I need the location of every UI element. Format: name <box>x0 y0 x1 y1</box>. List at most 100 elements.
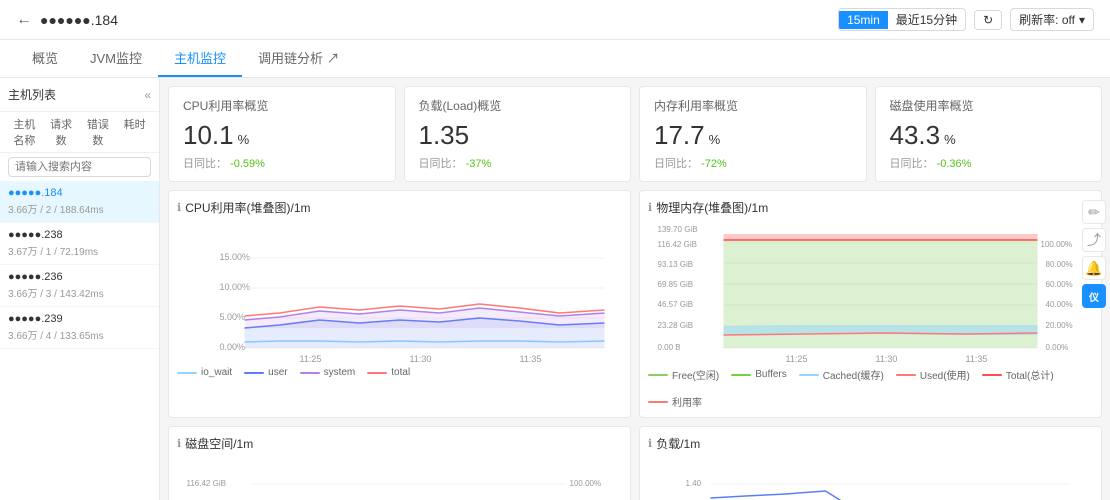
svg-text:80.00%: 80.00% <box>1046 260 1073 269</box>
disk-chart-header: ℹ 磁盘空间/1m <box>177 435 622 452</box>
tab-jvm-label: JVM监控 <box>90 51 142 66</box>
sidebar-list: ●●●●●.184 3.66万 / 2 / 188.64ms ●●●●●.238… <box>0 181 159 500</box>
app-container: ← ●●●●●●.184 15min 最近15分钟 ↻ 刷新率: off ▾ 概… <box>0 0 1110 500</box>
tab-jvm[interactable]: JVM监控 <box>74 40 158 77</box>
metric-cpu-compare-val: -0.59% <box>230 158 265 170</box>
legend-label-free: Free(空闲) <box>672 367 719 382</box>
svg-text:100.00%: 100.00% <box>1041 240 1073 249</box>
sidebar-columns: 主机名称 请求数 错误数 耗时 <box>0 112 159 153</box>
legend-dot-total-mem <box>982 374 1002 376</box>
host-stats: 3.66万 / 4 / 133.65ms <box>8 327 151 342</box>
metric-disk-value: 43.3 <box>890 120 941 151</box>
sidebar: 主机列表 « 主机名称 请求数 错误数 耗时 ●●●●●.184 3.66万 /… <box>0 78 160 500</box>
tab-host[interactable]: 主机监控 <box>158 40 242 77</box>
legend-item-utilization: 利用率 <box>648 394 702 409</box>
list-item[interactable]: ●●●●●.238 3.67万 / 1 / 72.19ms <box>0 223 159 265</box>
memory-chart-svg: 0.00 B 23.28 GiB 46.57 GiB 69.85 GiB 93.… <box>648 220 1093 360</box>
svg-text:11:25: 11:25 <box>300 354 322 364</box>
charts-row-1: ℹ CPU利用率(堆叠图)/1m 0.00% 5.00% 10.00% 15.0… <box>168 190 1102 418</box>
time-range-selector[interactable]: 15min 最近15分钟 <box>838 8 966 31</box>
metric-disk-compare-val: -0.36% <box>937 158 972 170</box>
svg-text:100.00%: 100.00% <box>570 479 602 488</box>
refresh-rate-selector[interactable]: 刷新率: off ▾ <box>1010 8 1094 31</box>
metric-memory-compare-label: 日同比： <box>654 158 698 170</box>
host-name: ●●●●●.238 <box>8 229 151 241</box>
disk-chart-svg: 23.28 GiB 46.57 GiB 69.85 GiB 93.13 GiB … <box>177 456 622 500</box>
legend-item-user: user <box>244 367 287 378</box>
metric-cpu-value-row: 10.1 % <box>183 120 381 151</box>
metric-load-title: 负载(Load)概览 <box>419 97 617 114</box>
legend-label-iowait: io_wait <box>201 367 232 378</box>
header: ← ●●●●●●.184 15min 最近15分钟 ↻ 刷新率: off ▾ <box>0 0 1110 40</box>
cpu-chart-header: ℹ CPU利用率(堆叠图)/1m <box>177 199 622 216</box>
back-button[interactable]: ← <box>16 11 32 29</box>
dashboard-button[interactable]: 仪 <box>1082 284 1106 308</box>
svg-text:93.13 GiB: 93.13 GiB <box>658 260 694 269</box>
memory-chart-body: 0.00 B 23.28 GiB 46.57 GiB 69.85 GiB 93.… <box>648 220 1093 363</box>
legend-dot-system <box>300 372 320 374</box>
host-name: ●●●●●.184 <box>8 187 151 199</box>
legend-dot-utilization <box>648 401 668 403</box>
cpu-chart-legend: io_wait user system total <box>177 367 622 378</box>
metric-memory-unit: % <box>709 132 721 147</box>
metric-memory-value: 17.7 <box>654 120 705 151</box>
col-requests[interactable]: 请求数 <box>45 116 78 148</box>
sidebar-header: 主机列表 « <box>0 78 159 112</box>
main-content: 主机列表 « 主机名称 请求数 错误数 耗时 ●●●●●.184 3.66万 /… <box>0 78 1110 500</box>
metric-load-compare-val: -37% <box>466 158 492 170</box>
legend-item-total: total <box>367 367 410 378</box>
tab-trace[interactable]: 调用链分析 ↗ <box>242 40 356 77</box>
metric-load-compare-label: 日同比： <box>419 158 463 170</box>
metric-load-value-row: 1.35 <box>419 120 617 151</box>
svg-text:40.00%: 40.00% <box>1046 300 1073 309</box>
metric-disk-value-row: 43.3 % <box>890 120 1088 151</box>
memory-info-icon[interactable]: ℹ <box>648 201 652 214</box>
refresh-button[interactable]: ↻ <box>974 10 1002 30</box>
sidebar-collapse-button[interactable]: « <box>144 88 151 102</box>
col-errors[interactable]: 错误数 <box>82 116 115 148</box>
tab-overview[interactable]: 概览 <box>16 40 74 77</box>
col-hostname[interactable]: 主机名称 <box>8 116 41 148</box>
tab-host-label: 主机监控 <box>174 51 226 66</box>
tab-trace-label: 调用链分析 ↗ <box>258 51 340 66</box>
svg-text:11:30: 11:30 <box>876 354 898 364</box>
disk-info-icon[interactable]: ℹ <box>177 437 181 450</box>
edit-button[interactable]: ✏ <box>1082 200 1106 224</box>
time-label: 最近15分钟 <box>888 9 965 30</box>
header-right: 15min 最近15分钟 ↻ 刷新率: off ▾ <box>838 8 1094 31</box>
svg-text:1.40: 1.40 <box>686 479 702 488</box>
load-chart-header: ℹ 负载/1m <box>648 435 1093 452</box>
svg-text:0.00%: 0.00% <box>220 342 246 352</box>
cpu-chart-body: 0.00% 5.00% 10.00% 15.00% <box>177 220 622 363</box>
legend-item-used: Used(使用) <box>896 367 970 382</box>
col-duration[interactable]: 耗时 <box>118 116 151 148</box>
list-item[interactable]: ●●●●●.239 3.66万 / 4 / 133.65ms <box>0 307 159 349</box>
metric-memory-compare: 日同比： -72% <box>654 155 852 171</box>
search-input[interactable] <box>8 157 151 177</box>
svg-text:11:30: 11:30 <box>410 354 432 364</box>
legend-item-total: Total(总计) <box>982 367 1054 382</box>
host-name: ●●●●●.236 <box>8 271 151 283</box>
notification-button[interactable]: 🔔 <box>1082 256 1106 280</box>
legend-label-total-mem: Total(总计) <box>1006 367 1054 382</box>
nav-tabs: 概览 JVM监控 主机监控 调用链分析 ↗ <box>0 40 1110 78</box>
svg-text:46.57 GiB: 46.57 GiB <box>658 300 694 309</box>
share-button[interactable]: ⤴ <box>1082 228 1106 252</box>
header-left: ← ●●●●●●.184 <box>16 11 118 29</box>
svg-text:10.00%: 10.00% <box>220 282 251 292</box>
svg-text:0.00%: 0.00% <box>1046 343 1069 352</box>
load-info-icon[interactable]: ℹ <box>648 437 652 450</box>
metric-disk-compare-label: 日同比： <box>890 158 934 170</box>
svg-text:5.00%: 5.00% <box>220 312 246 322</box>
load-chart-title: 负载/1m <box>656 435 700 452</box>
metric-memory-compare-val: -72% <box>701 158 727 170</box>
legend-dot-total <box>367 372 387 374</box>
info-icon[interactable]: ℹ <box>177 201 181 214</box>
metric-memory-title: 内存利用率概览 <box>654 97 852 114</box>
svg-text:116.42 GiB: 116.42 GiB <box>658 240 697 249</box>
list-item[interactable]: ●●●●●.236 3.66万 / 3 / 143.42ms <box>0 265 159 307</box>
cpu-chart-title: CPU利用率(堆叠图)/1m <box>185 199 310 216</box>
svg-text:20.00%: 20.00% <box>1046 321 1073 330</box>
list-item[interactable]: ●●●●●.184 3.66万 / 2 / 188.64ms <box>0 181 159 223</box>
metric-cpu-title: CPU利用率概览 <box>183 97 381 114</box>
